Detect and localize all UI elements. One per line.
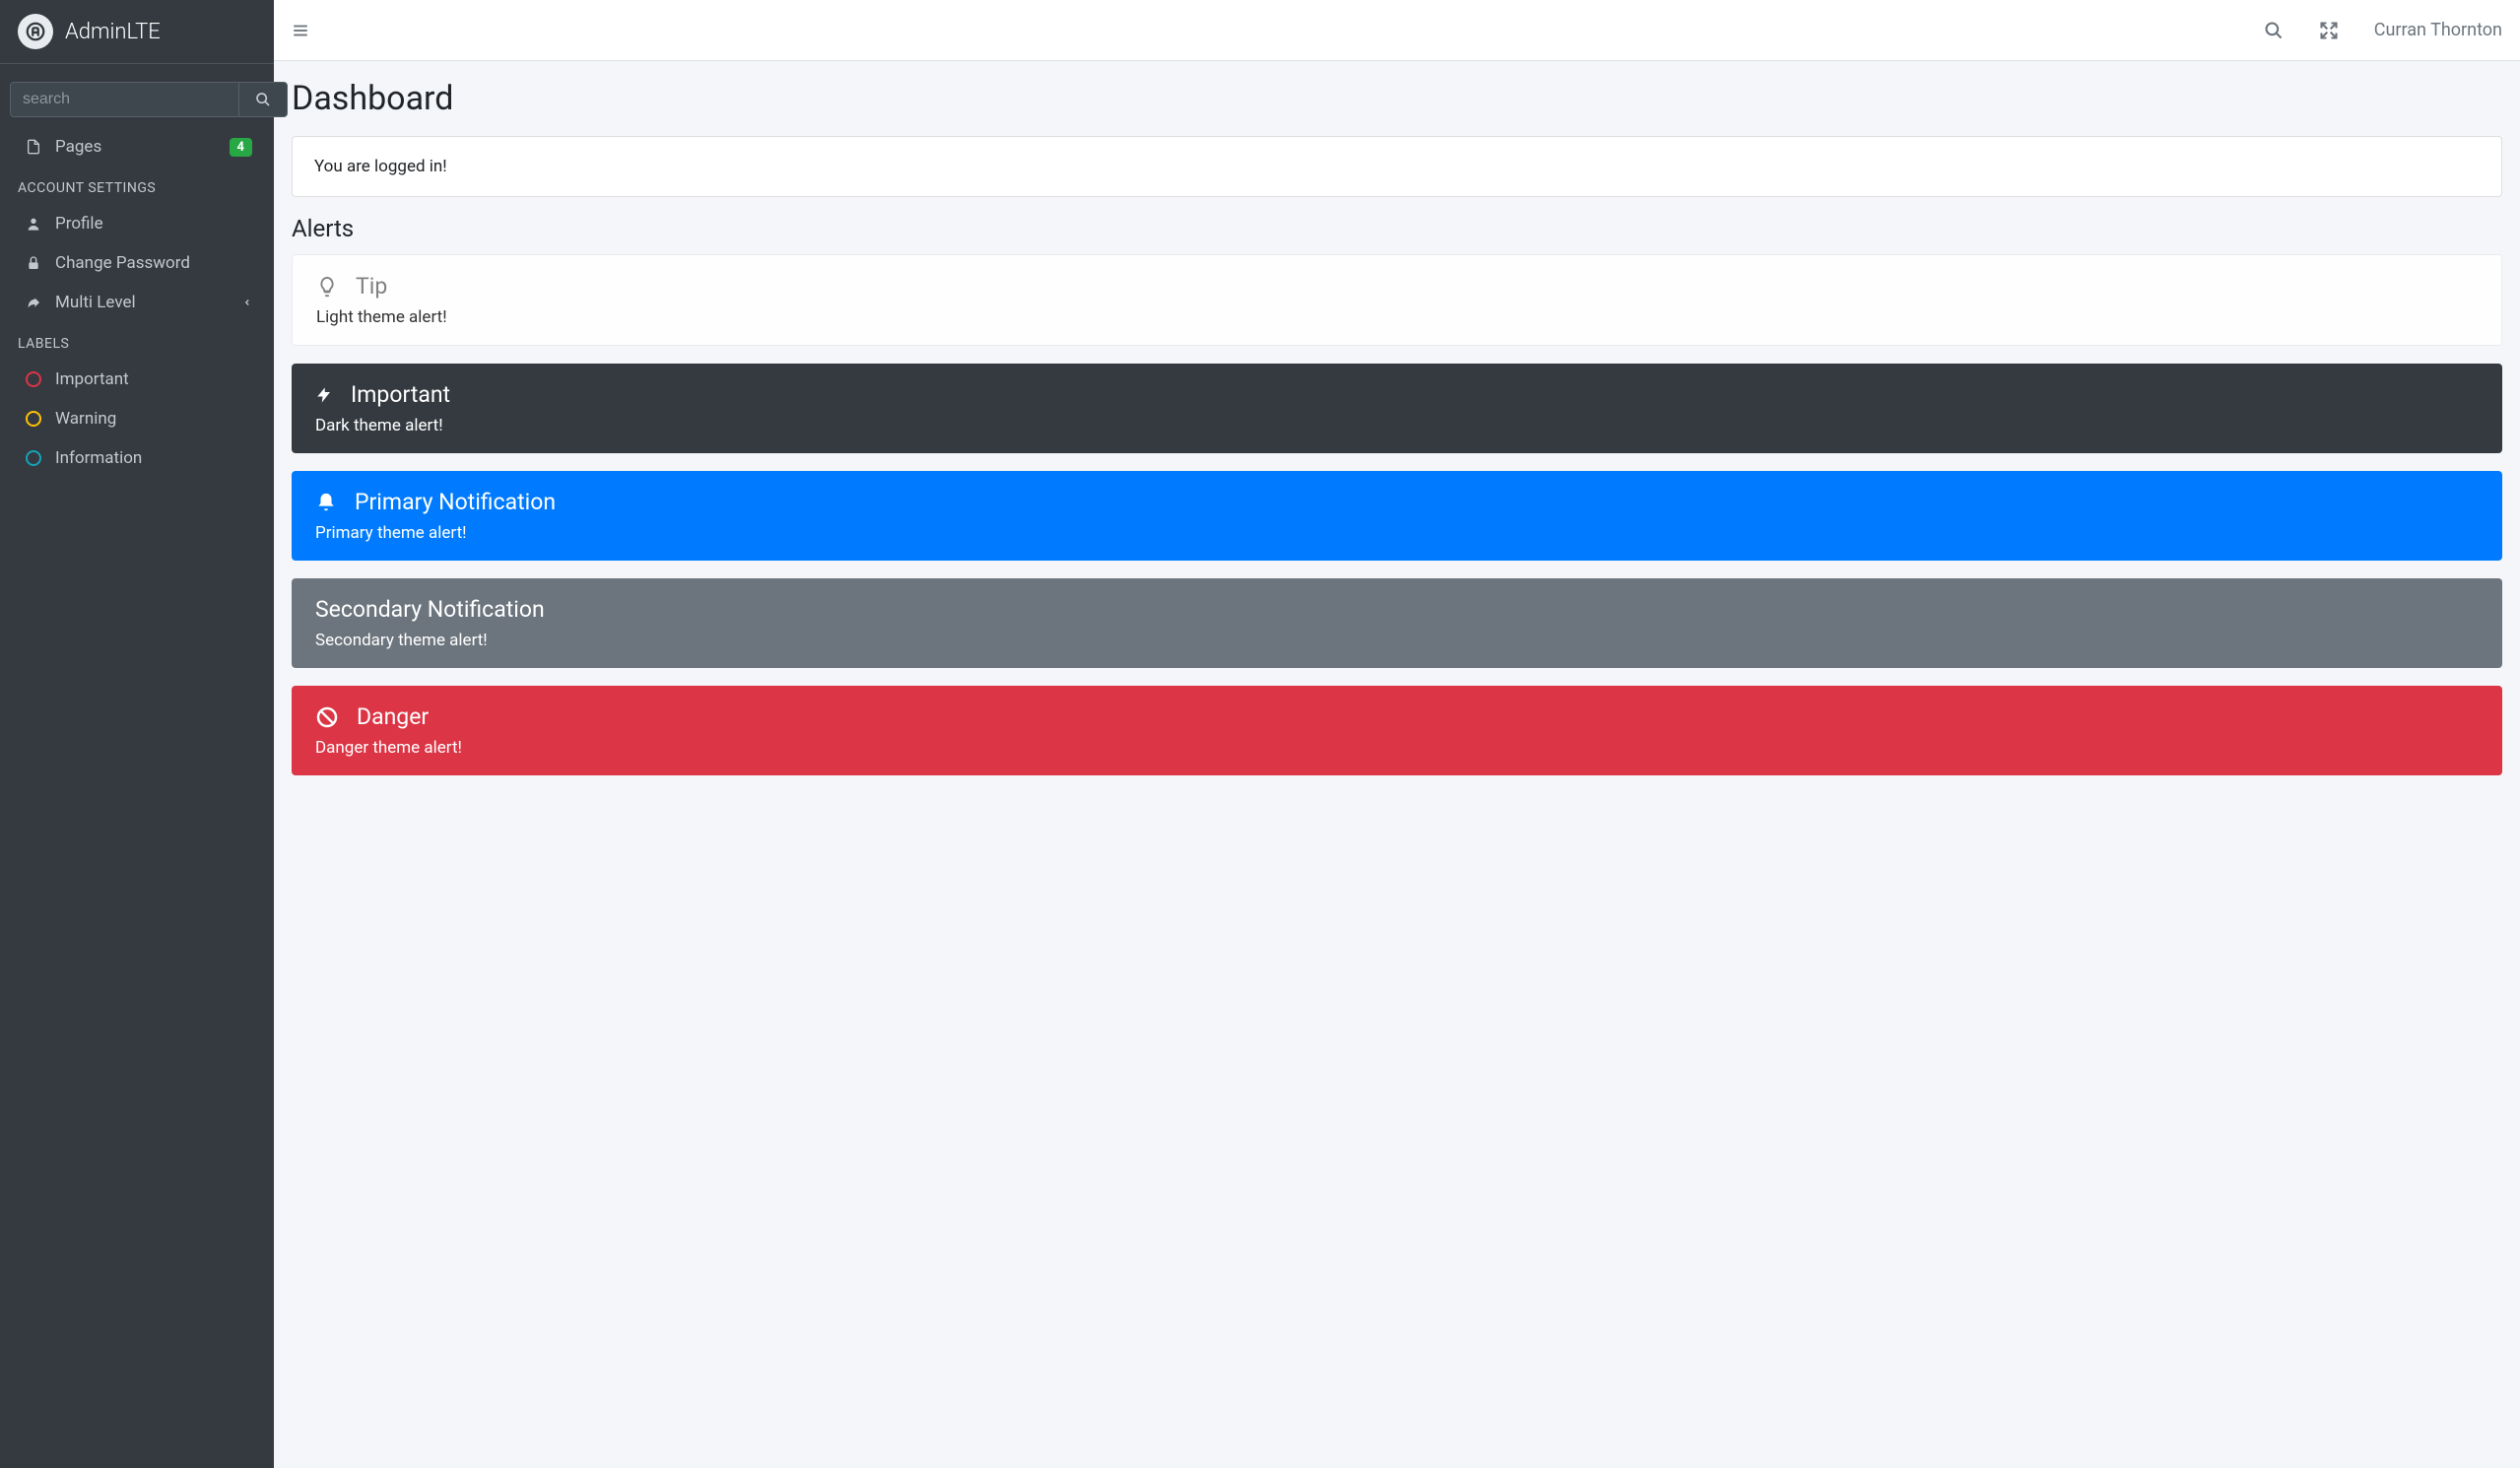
brand-name: AdminLTE	[65, 20, 161, 44]
nav-label: Pages	[55, 137, 230, 157]
main: Curran Thornton Dashboard You are logged…	[274, 0, 2520, 1468]
nav-header-account: ACCOUNT SETTINGS	[0, 167, 274, 204]
nav-label: Change Password	[55, 253, 252, 273]
nav-labels: Important Warning Information	[0, 360, 274, 478]
nav-label: Information	[55, 448, 252, 468]
alert-secondary: Secondary Notification Secondary theme a…	[292, 578, 2502, 668]
lightbulb-icon	[316, 274, 338, 300]
logged-in-text: You are logged in!	[314, 157, 447, 176]
nav-item-profile[interactable]: Profile	[8, 204, 266, 243]
sidebar-search	[0, 64, 274, 127]
user-icon	[22, 215, 45, 233]
nav-label: Important	[55, 369, 252, 389]
nav-label: Profile	[55, 214, 252, 234]
search-icon[interactable]	[2264, 21, 2284, 40]
nav-label: Multi Level	[55, 293, 242, 312]
alert-title: Primary Notification	[355, 489, 556, 515]
circle-icon	[22, 450, 45, 466]
sidebar: AdminLTE Pages 4 ACCOUNT SETTINGS Profil…	[0, 0, 274, 1468]
alert-body: Primary theme alert!	[315, 523, 2479, 543]
content: Dashboard You are logged in! Alerts Tip …	[274, 61, 2520, 1468]
menu-toggle-button[interactable]	[292, 22, 309, 39]
nav-header-labels: LABELS	[0, 322, 274, 360]
fullscreen-icon[interactable]	[2319, 21, 2339, 40]
nav-label-important[interactable]: Important	[8, 360, 266, 399]
alert-body: Secondary theme alert!	[315, 631, 2479, 650]
page-title: Dashboard	[292, 79, 2502, 118]
bolt-icon	[315, 382, 333, 408]
nav-item-change-password[interactable]: Change Password	[8, 243, 266, 283]
alerts-heading: Alerts	[292, 215, 2502, 242]
user-menu[interactable]: Curran Thornton	[2374, 20, 2502, 40]
share-icon	[22, 294, 45, 311]
alert-body: Dark theme alert!	[315, 416, 2479, 435]
nav-label-information[interactable]: Information	[8, 438, 266, 478]
alert-title: Tip	[356, 273, 387, 300]
nav-item-multi-level[interactable]: Multi Level	[8, 283, 266, 322]
chevron-left-icon	[242, 296, 252, 309]
alert-title: Danger	[357, 703, 429, 730]
logged-in-card: You are logged in!	[292, 136, 2502, 197]
nav-badge: 4	[230, 138, 252, 157]
alert-important: Important Dark theme alert!	[292, 364, 2502, 453]
lock-icon	[22, 254, 45, 272]
topbar: Curran Thornton	[274, 0, 2520, 61]
circle-icon	[22, 411, 45, 427]
bell-icon	[315, 491, 337, 514]
circle-icon	[22, 371, 45, 387]
alert-tip: Tip Light theme alert!	[292, 254, 2502, 346]
brand-link[interactable]: AdminLTE	[0, 0, 274, 64]
alert-primary: Primary Notification Primary theme alert…	[292, 471, 2502, 561]
nav-account: Profile Change Password Multi Level	[0, 204, 274, 322]
nav-main: Pages 4	[0, 127, 274, 167]
nav-label-warning[interactable]: Warning	[8, 399, 266, 438]
nav-item-pages[interactable]: Pages 4	[8, 127, 266, 167]
brand-logo-icon	[18, 14, 53, 49]
alert-title: Important	[351, 381, 450, 408]
alert-body: Danger theme alert!	[315, 738, 2479, 758]
alert-body: Light theme alert!	[316, 307, 2478, 327]
nav-label: Warning	[55, 409, 252, 429]
ban-icon	[315, 705, 339, 729]
search-input[interactable]	[10, 82, 238, 117]
alert-title: Secondary Notification	[315, 596, 545, 623]
file-icon	[22, 138, 45, 156]
alert-danger: Danger Danger theme alert!	[292, 686, 2502, 775]
